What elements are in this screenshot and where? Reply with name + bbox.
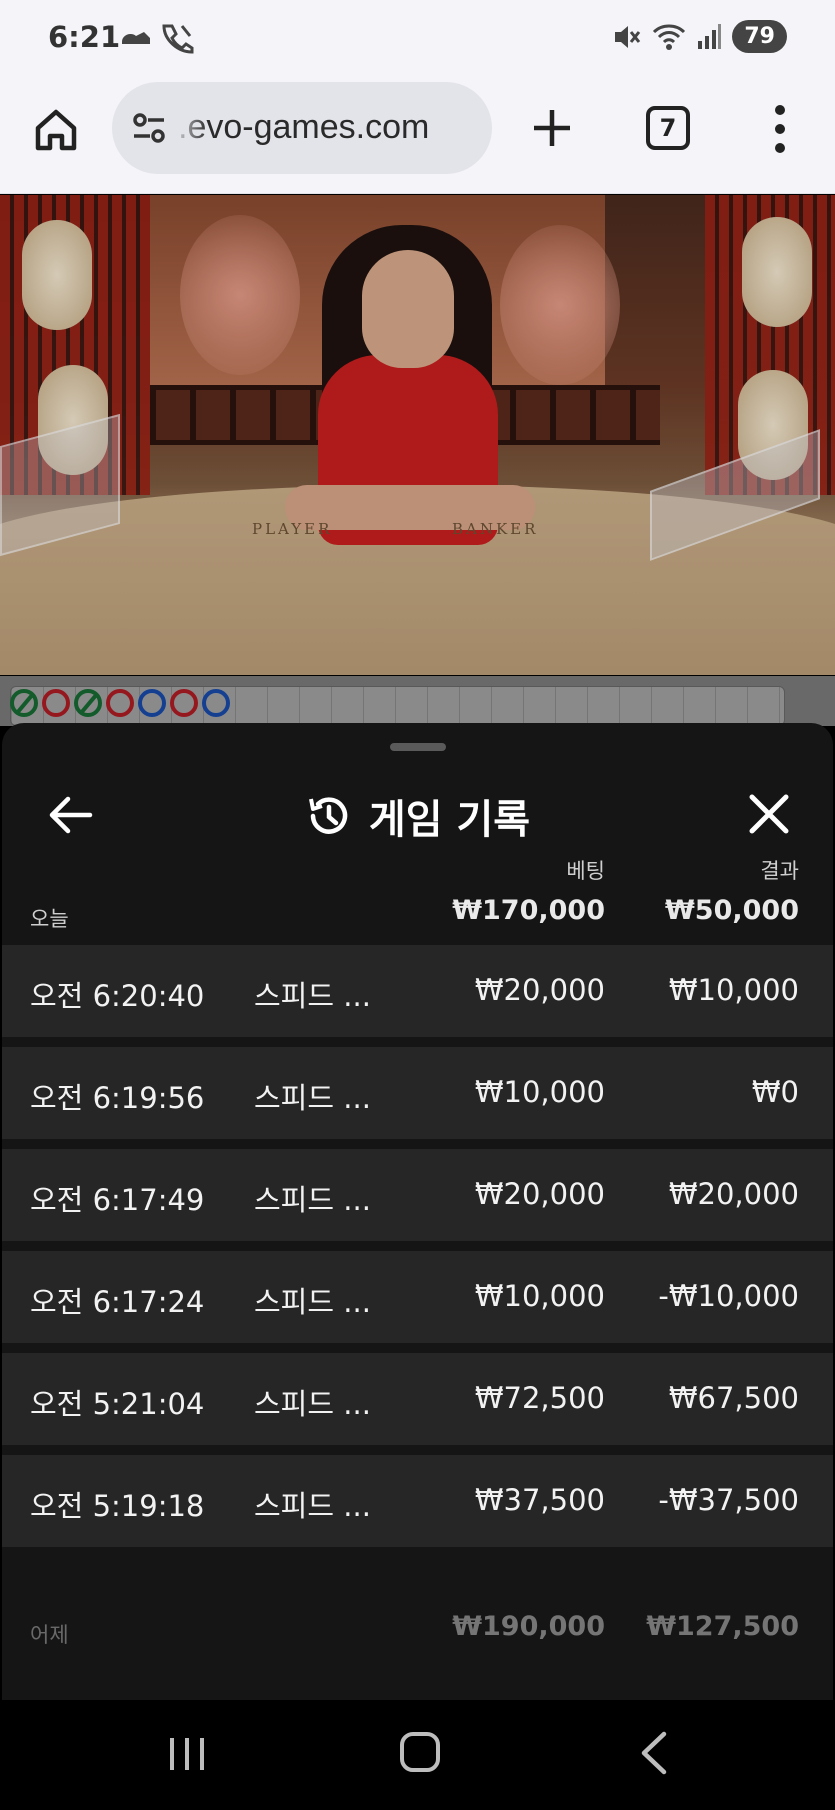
tab-count: 7 [659, 114, 677, 142]
row-time: 오전 6:17:24 [30, 1285, 205, 1319]
home-icon[interactable] [30, 104, 82, 156]
sheet-title-group: 게임 기록 [2, 787, 833, 845]
row-result: -₩10,000 [658, 1279, 799, 1313]
history-row[interactable]: 오전 6:20:40 스피드 ... ₩20,000 ₩10,000 [2, 945, 833, 1037]
yesterday-summary: 어제 ₩190,000 ₩127,500 [2, 1583, 833, 1683]
signal-icon [698, 23, 722, 49]
url-text[interactable]: .evo-games.com [178, 108, 429, 147]
roadmap-dim-overlay [0, 676, 835, 726]
status-bar: 6:21 79 [0, 0, 835, 80]
history-row[interactable]: 오전 6:19:56 스피드 ... ₩10,000 ₩0 [2, 1047, 833, 1139]
sheet-title: 게임 기록 [368, 797, 531, 843]
status-system-icons: 79 [612, 20, 787, 53]
history-row[interactable]: 오전 5:21:04 스피드 ... ₩72,500 ₩67,500 [2, 1353, 833, 1445]
row-bet: ₩20,000 [474, 1177, 605, 1211]
battery-badge: 79 [732, 20, 787, 53]
url-fade [172, 82, 208, 174]
row-bet: ₩10,000 [474, 1279, 605, 1313]
plus-icon[interactable] [528, 104, 576, 152]
row-game: 스피드 ... [254, 979, 371, 1013]
history-row[interactable]: 오전 6:17:24 스피드 ... ₩10,000 -₩10,000 [2, 1251, 833, 1343]
history-row[interactable]: 오전 5:19:18 스피드 ... ₩37,500 -₩37,500 [2, 1455, 833, 1547]
row-game: 스피드 ... [254, 1285, 371, 1319]
site-settings-icon[interactable] [130, 110, 168, 146]
row-result: ₩10,000 [668, 973, 799, 1007]
today-total-bet: ₩170,000 [452, 895, 605, 926]
yesterday-total-bet: ₩190,000 [452, 1611, 605, 1642]
history-icon [308, 797, 348, 834]
close-icon[interactable] [746, 791, 792, 837]
row-time: 오전 6:17:49 [30, 1183, 205, 1217]
status-time: 6:21 [48, 20, 121, 54]
row-game: 스피드 ... [254, 1387, 371, 1421]
today-total-result: ₩50,000 [665, 895, 799, 926]
row-result: -₩37,500 [658, 1483, 799, 1517]
column-header-bet: 베팅 [566, 859, 605, 883]
system-nav-bar [0, 1700, 835, 1810]
row-game: 스피드 ... [254, 1081, 371, 1115]
row-bet: ₩10,000 [474, 1075, 605, 1109]
tabs-icon[interactable]: 7 [646, 106, 690, 150]
sheet-drag-handle[interactable] [390, 743, 446, 751]
mute-icon [615, 25, 641, 48]
row-bet: ₩20,000 [474, 973, 605, 1007]
history-row[interactable]: 오전 6:17:49 스피드 ... ₩20,000 ₩20,000 [2, 1149, 833, 1241]
url-bar[interactable]: .evo-games.com [112, 82, 492, 174]
cloud-shoe-icon [122, 32, 150, 44]
wifi-icon [653, 24, 686, 50]
more-vert-icon[interactable] [760, 102, 800, 156]
row-time: 오전 5:19:18 [30, 1489, 205, 1523]
nav-back-icon[interactable] [636, 1730, 670, 1776]
row-result: ₩20,000 [668, 1177, 799, 1211]
row-game: 스피드 ... [254, 1183, 371, 1217]
column-header-result: 결과 [760, 859, 799, 883]
nav-home-icon[interactable] [400, 1732, 440, 1772]
day-label-yesterday: 어제 [30, 1623, 69, 1647]
row-time: 오전 6:19:56 [30, 1081, 205, 1115]
row-time: 오전 5:21:04 [30, 1387, 205, 1421]
row-result: ₩67,500 [668, 1381, 799, 1415]
row-bet: ₩37,500 [474, 1483, 605, 1517]
row-result: ₩0 [751, 1075, 799, 1109]
yesterday-total-result: ₩127,500 [646, 1611, 799, 1642]
wifi-calling-icon [162, 24, 194, 54]
row-bet: ₩72,500 [474, 1381, 605, 1415]
row-game: 스피드 ... [254, 1489, 371, 1523]
sheet-header: 게임 기록 [2, 769, 833, 859]
recent-apps-icon[interactable] [168, 1734, 206, 1774]
status-notification-icons [118, 22, 194, 54]
day-label-today: 오늘 [30, 907, 69, 931]
game-history-sheet: 게임 기록 베팅 결과 오늘 ₩170,000 ₩50,000 오전 6:20:… [2, 723, 833, 1700]
browser-toolbar: .evo-games.com 7 [0, 80, 835, 194]
row-time: 오전 6:20:40 [30, 979, 205, 1013]
video-dim-overlay [0, 195, 835, 675]
